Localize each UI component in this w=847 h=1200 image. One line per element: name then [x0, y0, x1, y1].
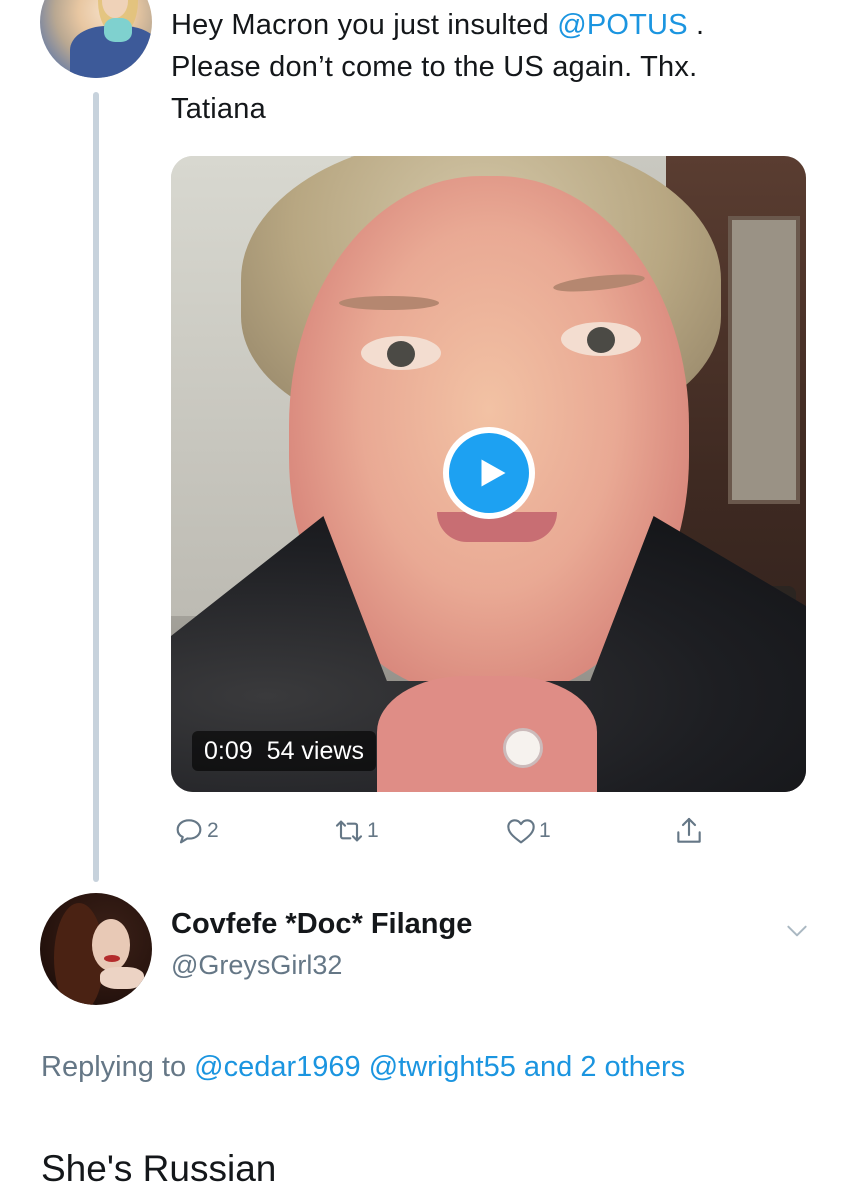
avatar[interactable]: [40, 0, 152, 78]
tweet-text: She's Russian: [41, 1148, 277, 1189]
retweet-icon: [335, 820, 363, 842]
video-meta-badge: 0:09 54 views: [192, 731, 376, 771]
tweet-text-line-3: Tatiana: [171, 93, 266, 125]
tweet-text-line-1: Hey Macron you just insulted @POTUS .: [171, 9, 705, 41]
video-duration: 0:09: [204, 737, 253, 765]
display-name[interactable]: Covfefe *Doc* Filange: [171, 908, 472, 941]
others-link[interactable]: and 2 others: [524, 1051, 685, 1083]
replying-to: Replying to @cedar1969 @twright55 and 2 …: [41, 1051, 686, 1083]
avatar[interactable]: [40, 893, 152, 1005]
video-player[interactable]: 0:09 54 views: [171, 156, 806, 792]
video-views: 54 views: [266, 737, 364, 765]
share-button[interactable]: [673, 815, 705, 847]
like-count: 1: [539, 819, 551, 842]
thread-connector-line: [93, 92, 99, 882]
retweet-button[interactable]: 1: [333, 815, 379, 847]
like-button[interactable]: 1: [505, 815, 551, 847]
mention-link[interactable]: @POTUS: [557, 9, 688, 41]
play-button[interactable]: [449, 433, 529, 513]
share-icon: [677, 817, 701, 843]
heart-icon: [507, 819, 535, 844]
retweet-count: 1: [367, 819, 379, 842]
user-handle[interactable]: @GreysGirl32: [171, 950, 342, 981]
chevron-down-icon[interactable]: [784, 918, 810, 944]
mention-link[interactable]: @twright55: [369, 1051, 516, 1083]
tweet-action-bar: 2 1 1: [171, 815, 811, 855]
tweet-text-line-2: Please don’t come to the US again. Thx.: [171, 51, 698, 83]
reply-count: 2: [207, 819, 219, 842]
play-icon: [481, 459, 506, 487]
mention-link[interactable]: @cedar1969: [194, 1051, 361, 1083]
tweet-thread: Hey Macron you just insulted @POTUS . Pl…: [0, 0, 847, 1200]
reply-icon: [176, 819, 202, 844]
tweet-text: Hey Macron you just insulted @POTUS . Pl…: [171, 4, 821, 130]
reply-button[interactable]: 2: [173, 815, 219, 847]
